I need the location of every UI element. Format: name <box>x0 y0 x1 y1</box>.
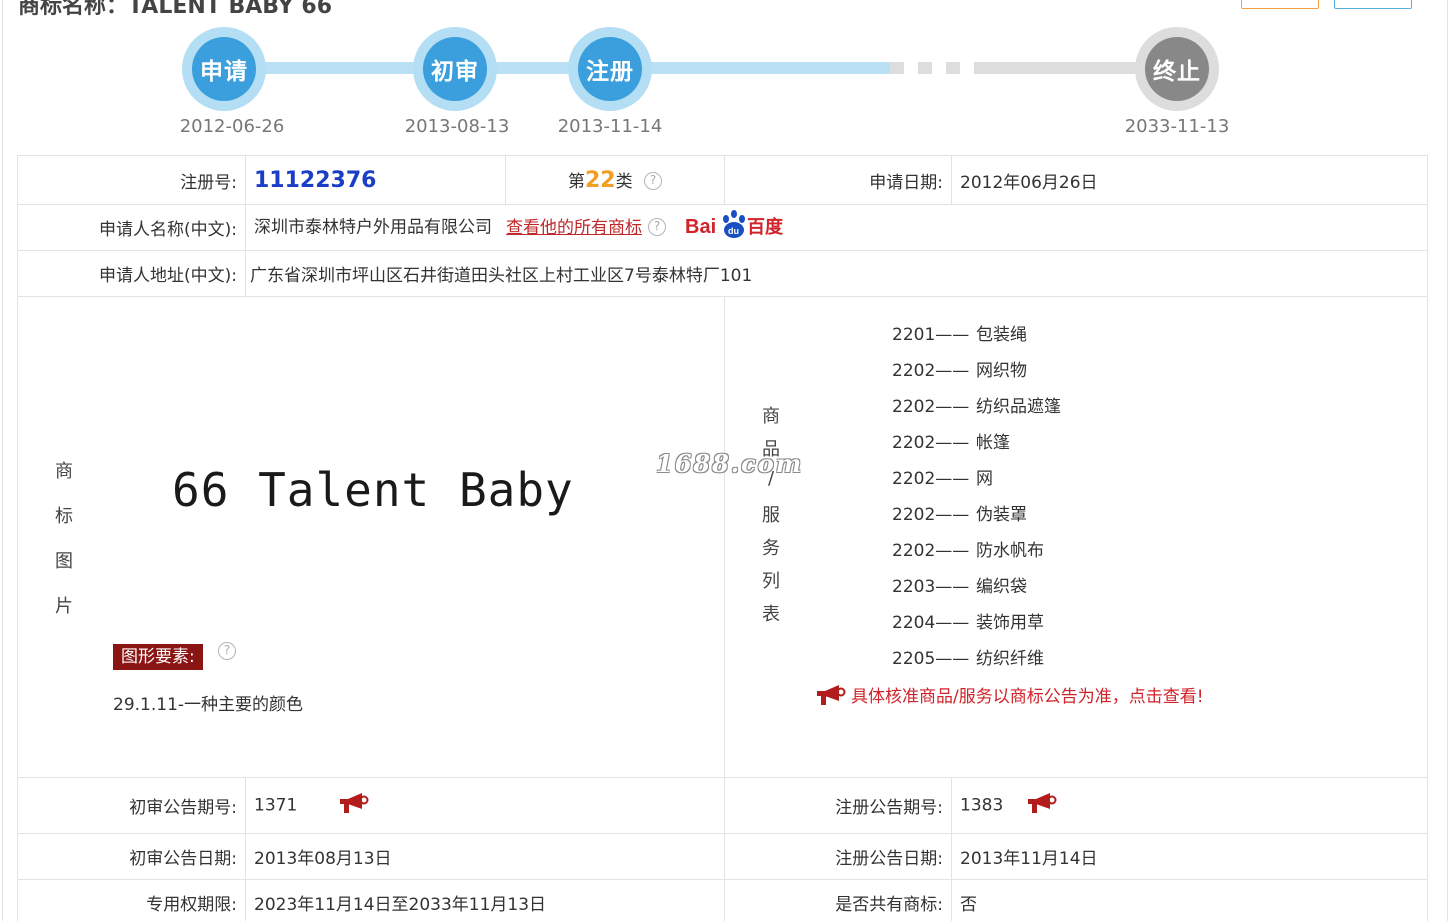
reg-date-value: 2013年11月14日 <box>951 833 1428 880</box>
list-item: 2202—— 帐篷 <box>892 433 1010 453</box>
trademark-info-table: 注册号: 11122376 第22类 ? 申请日期: 2012年06月26日 申… <box>17 155 1428 921</box>
mark-side-label: 商 标 图 片 <box>55 461 73 617</box>
goods-announcement-link[interactable]: 具体核准商品/服务以商标公告为准，点击查看! <box>815 682 1204 707</box>
apply-date-value: 2012年06月26日 <box>951 155 1428 205</box>
goods-list: 2201—— 包装绳 2202—— 网织物 2202—— 纺织品遮篷 2202—— 帐篷… <box>892 320 1061 680</box>
announcement-horn-icon[interactable] <box>1027 792 1057 819</box>
help-icon[interactable]: ? <box>644 172 663 190</box>
reg-date-label: 注册公告日期: <box>724 833 952 880</box>
prelim-date-label: 初审公告日期: <box>17 833 246 880</box>
watermark: 1688.com <box>656 449 804 478</box>
status-timeline: 申请 初审 注册 终止 2012-06-26 2013-08-13 2013-1… <box>0 0 1450 150</box>
reg-no-value: 11122376 <box>254 167 377 193</box>
goods-side-label: 商 品 / 服 务 列 表 <box>762 406 780 625</box>
shared-mark-label: 是否共有商标: <box>724 879 952 921</box>
prelim-no-label: 初审公告期号: <box>17 777 246 834</box>
help-icon[interactable]: ? <box>648 217 666 236</box>
list-item: 2201—— 包装绳 <box>892 325 1027 345</box>
timeline-node-terminate: 终止 <box>1135 27 1219 111</box>
figure-elements-tag: 图形要素: <box>113 644 203 670</box>
baidu-logo-icon: Bai du 百度 <box>685 210 784 238</box>
svg-text:du: du <box>728 226 739 236</box>
timeline-node-prelim: 初审 <box>413 27 497 111</box>
term-value: 2023年11月14日至2033年11月13日 <box>245 879 725 921</box>
class-number: 22 <box>584 168 616 193</box>
applicant-name-cell: 深圳市泰林特户外用品有限公司 查看他的所有商标? Bai du 百度 <box>245 204 1428 251</box>
list-item: 2202—— 伪装罩 <box>892 505 1027 525</box>
announcement-horn-icon[interactable] <box>339 792 369 819</box>
timeline-node-apply: 申请 <box>182 27 266 111</box>
list-item: 2202—— 网 <box>892 469 993 489</box>
baidu-search-link[interactable]: Bai du 百度 <box>685 209 787 246</box>
help-icon[interactable]: ? <box>218 642 236 660</box>
timeline-date: 2013-11-14 <box>557 116 663 137</box>
list-item: 2204—— 装饰用草 <box>892 613 1044 633</box>
timeline-progress-bar <box>224 62 890 74</box>
reg-no-announce-label: 注册公告期号: <box>724 777 952 834</box>
list-item: 2202—— 防水帆布 <box>892 541 1044 561</box>
prelim-no-cell: 1371 <box>245 777 725 834</box>
reg-no-label: 注册号: <box>17 155 246 205</box>
announcement-horn-icon <box>817 684 846 705</box>
apply-date-label: 申请日期: <box>724 155 952 205</box>
timeline-date: 2033-11-13 <box>1124 116 1230 137</box>
applicant-addr-label: 申请人地址(中文): <box>17 250 246 297</box>
applicant-name-label: 申请人名称(中文): <box>17 204 246 251</box>
reg-no-announce-value: 1383 <box>960 795 1004 816</box>
timeline-date: 2013-08-13 <box>404 116 510 137</box>
timeline-dash <box>890 62 904 74</box>
applicant-addr-value: 广东省深圳市坪山区石井街道田头社区上村工业区7号泰林特厂101 <box>245 250 1428 297</box>
svg-text:百度: 百度 <box>747 216 784 237</box>
timeline-dash <box>946 62 960 74</box>
list-item: 2202—— 纺织品遮篷 <box>892 397 1061 417</box>
timeline-node-register: 注册 <box>568 27 652 111</box>
list-item: 2202—— 网织物 <box>892 361 1027 381</box>
prelim-date-value: 2013年08月13日 <box>245 833 725 880</box>
shared-mark-value: 否 <box>951 879 1428 921</box>
view-all-marks-link[interactable]: 查看他的所有商标 <box>506 218 642 238</box>
term-label: 专用权期限: <box>17 879 246 921</box>
list-item: 2205—— 纺织纤维 <box>892 649 1044 669</box>
list-item: 2203—— 编织袋 <box>892 577 1027 597</box>
timeline-date: 2012-06-26 <box>179 116 285 137</box>
figure-element-code: 29.1.11-一种主要的颜色 <box>113 695 304 715</box>
prelim-no-value: 1371 <box>254 795 298 816</box>
trademark-image-text: 66 Talent Baby <box>172 463 574 517</box>
svg-text:Bai: Bai <box>685 216 716 238</box>
applicant-name-value: 深圳市泰林特户外用品有限公司 <box>254 217 492 238</box>
timeline-dash <box>918 62 932 74</box>
reg-no-announce-cell: 1383 <box>951 777 1428 834</box>
class-cell: 第22类 ? <box>505 155 725 205</box>
reg-no-cell: 11122376 <box>245 155 506 205</box>
